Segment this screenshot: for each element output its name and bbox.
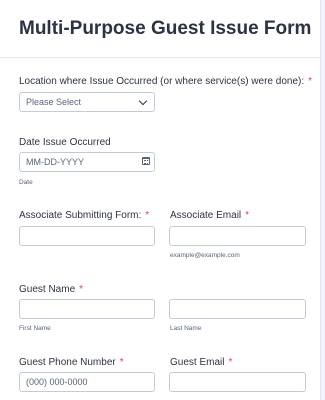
associate-submitting-label-text: Associate Submitting Form: [19,210,142,221]
associate-submitting-input[interactable] [19,226,155,246]
guest-email-input[interactable] [169,372,306,392]
required-mark: * [228,357,233,368]
chevron-down-icon [138,96,148,105]
associate-email-sublabel: example@example.com [170,252,240,259]
date-issue-label: Date Issue Occurred [19,137,111,148]
guest-phone-input[interactable] [19,372,155,392]
required-mark: * [245,210,250,221]
form-title: Multi-Purpose Guest Issue Form [19,18,312,39]
guest-first-name-input[interactable] [19,299,155,319]
location-label: Location where Issue Occurred (or where … [19,76,312,87]
date-sublabel: Date [19,179,33,186]
associate-submitting-label: Associate Submitting Form: * [19,210,149,221]
required-mark: * [308,76,313,87]
form-header: Multi-Purpose Guest Issue Form [0,0,320,58]
location-select-value: Please Select [26,97,82,107]
required-mark: * [119,357,124,368]
location-select[interactable]: Please Select [19,92,155,112]
associate-email-label-text: Associate Email [170,210,242,221]
location-label-text: Location where Issue Occurred (or where … [19,76,305,87]
required-mark: * [145,210,150,221]
date-input[interactable] [19,152,155,172]
guest-email-label: Guest Email * [170,357,232,368]
last-name-sublabel: Last Name [170,325,202,332]
guest-phone-label: Guest Phone Number * [19,357,124,368]
associate-email-label: Associate Email * [170,210,249,221]
form-card: Multi-Purpose Guest Issue Form Location … [0,0,321,400]
date-field-wrap [19,152,155,172]
guest-name-label-text: Guest Name [19,284,76,295]
guest-name-label: Guest Name * [19,284,83,295]
calendar-icon[interactable] [142,157,150,165]
required-mark: * [79,284,84,295]
guest-email-label-text: Guest Email [170,357,225,368]
associate-email-input[interactable] [169,226,306,246]
guest-last-name-input[interactable] [169,299,306,319]
guest-phone-label-text: Guest Phone Number [19,357,116,368]
first-name-sublabel: First Name [19,325,51,332]
